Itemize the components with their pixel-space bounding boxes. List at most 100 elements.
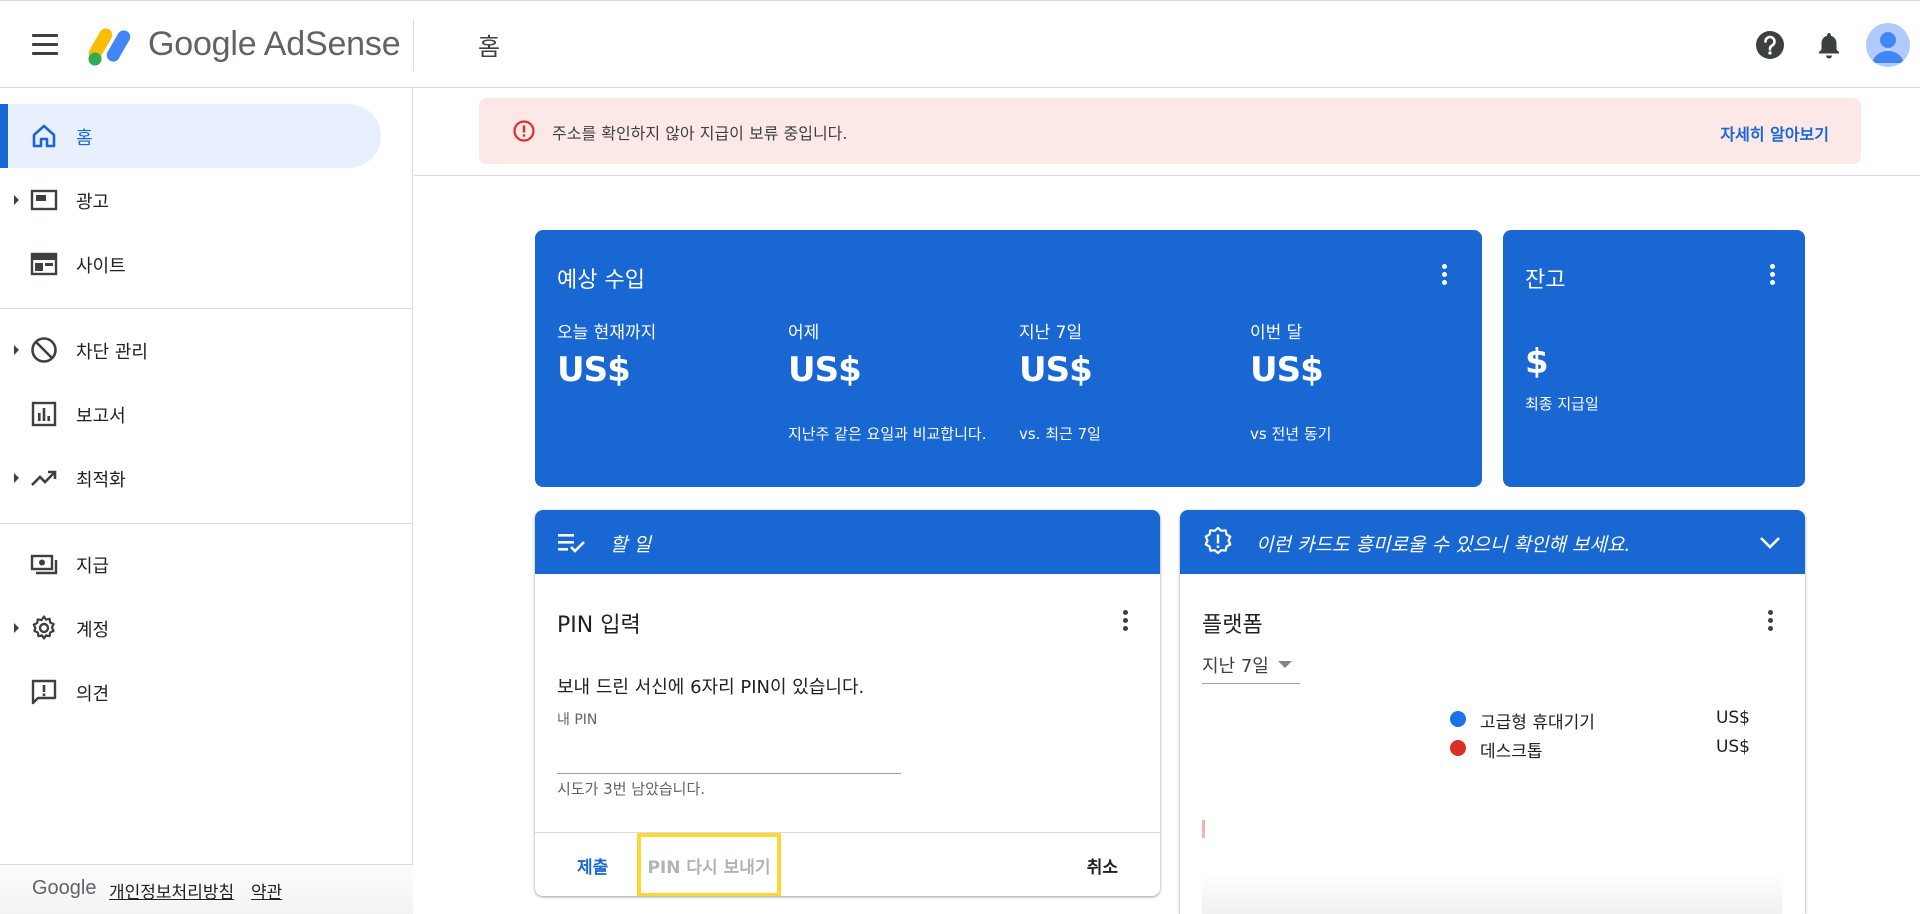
sidebar-item-home[interactable]: 홈 — [0, 104, 381, 168]
sidebar-item-optimization[interactable]: 최적화 — [0, 446, 381, 510]
legend-dot-red — [1450, 740, 1466, 756]
legend-name: 고급형 휴대기기 — [1480, 713, 1595, 733]
sidebar-divider — [0, 523, 413, 524]
notifications-bell-icon[interactable] — [1812, 28, 1846, 62]
footer-google-brand: Google — [32, 877, 97, 899]
chevron-down-icon[interactable] — [1757, 530, 1783, 556]
sidebar-item-label: 홈 — [76, 128, 93, 149]
chart-edge-mark — [1202, 820, 1205, 838]
metric-value: US$ — [1019, 350, 1093, 390]
header-divider — [413, 19, 414, 71]
block-icon — [31, 337, 57, 363]
person-icon — [1872, 32, 1904, 63]
sidebar-item-account[interactable]: 계정 — [0, 596, 381, 660]
metric-value: US$ — [557, 350, 631, 390]
sidebar-item-label: 최적화 — [76, 470, 126, 491]
sidebar-item-label: 차단 관리 — [76, 342, 148, 363]
alert-area: 주소를 확인하지 않아 지급이 보류 중입니다. 자세히 알아보기 — [414, 88, 1920, 176]
sidebar-item-label: 지급 — [76, 556, 110, 577]
metric-value: US$ — [788, 350, 862, 390]
metric-label: 오늘 현재까지 — [557, 323, 657, 343]
more-options-icon[interactable] — [1432, 264, 1456, 288]
todo-card-header: 할 일 — [535, 510, 1160, 574]
payments-icon — [30, 554, 58, 575]
sidebar: 홈 광고 사이트 차단 관리 보고서 최적화 지급 계정 의견 Google 개… — [0, 88, 413, 914]
legend-value: US$ — [1715, 737, 1750, 757]
metric-label: 지난 7일 — [1019, 323, 1083, 343]
main-menu-button[interactable] — [28, 30, 64, 60]
legend-item: 데스크톱 US$ — [1450, 736, 1750, 762]
ads-icon — [30, 189, 58, 211]
sidebar-item-label: 계정 — [76, 620, 110, 641]
checklist-icon — [558, 534, 585, 553]
sidebar-item-feedback[interactable]: 의견 — [0, 660, 381, 724]
card-title: 잔고 — [1525, 268, 1566, 293]
reports-icon — [31, 401, 57, 427]
legend-value: US$ — [1715, 708, 1750, 728]
app-logo-text: Google AdSense — [148, 25, 401, 63]
legend-name: 데스크톱 — [1480, 742, 1543, 762]
expand-caret-icon — [14, 345, 19, 355]
metric-label: 이번 달 — [1250, 323, 1303, 343]
last-payment-label: 최종 지급일 — [1525, 395, 1599, 413]
expand-caret-icon — [14, 195, 19, 205]
metric-comparison: vs 전년 동기 — [1250, 425, 1332, 443]
error-icon — [513, 120, 535, 142]
privacy-policy-link[interactable]: 개인정보처리방침 — [109, 878, 234, 903]
submit-button[interactable]: 제출 — [577, 853, 608, 878]
metric-label: 어제 — [788, 323, 820, 343]
todo-header-title: 할 일 — [610, 534, 651, 556]
sidebar-item-payments[interactable]: 지급 — [0, 532, 381, 596]
help-icon[interactable] — [1753, 28, 1787, 62]
sidebar-item-sites[interactable]: 사이트 — [0, 232, 381, 296]
suggested-cards-panel: 이런 카드도 흥미로울 수 있으니 확인해 보세요. 플랫폼 지난 7일 고급형… — [1180, 510, 1805, 914]
more-options-icon[interactable] — [1758, 610, 1782, 634]
pin-description: 보내 드린 서신에 6자리 PIN이 있습니다. — [557, 677, 865, 698]
alert-message: 주소를 확인하지 않아 지급이 보류 중입니다. — [552, 124, 848, 143]
sidebar-item-label: 보고서 — [76, 406, 126, 427]
date-range-value: 지난 7일 — [1202, 656, 1269, 677]
sidebar-item-blocking[interactable]: 차단 관리 — [0, 318, 381, 382]
suggestion-header-title: 이런 카드도 흥미로울 수 있으니 확인해 보세요. — [1256, 534, 1631, 556]
home-icon — [32, 124, 56, 148]
pin-field-label: 내 PIN — [557, 712, 598, 728]
todo-actions: 제출 PIN 다시 보내기 취소 — [535, 832, 1160, 896]
metric-value: US$ — [1250, 350, 1324, 390]
sites-icon — [30, 252, 58, 276]
attempts-remaining: 시도가 3번 남았습니다. — [557, 780, 706, 798]
payment-hold-alert: 주소를 확인하지 않아 지급이 보류 중입니다. 자세히 알아보기 — [479, 98, 1861, 164]
metric-comparison: 지난주 같은 요일과 비교합니다. — [788, 425, 987, 443]
adsense-logo-icon — [88, 28, 131, 66]
top-bar: Google AdSense 홈 — [0, 0, 1920, 88]
user-avatar[interactable] — [1866, 23, 1910, 67]
sidebar-item-reports[interactable]: 보고서 — [0, 382, 381, 446]
resend-pin-button[interactable]: PIN 다시 보내기 — [637, 833, 781, 896]
sidebar-divider — [0, 308, 413, 309]
pin-card-title: PIN 입력 — [557, 613, 641, 638]
sidebar-item-ads[interactable]: 광고 — [0, 168, 381, 232]
todo-card: 할 일 PIN 입력 보내 드린 서신에 6자리 PIN이 있습니다. 내 PI… — [535, 510, 1160, 896]
suggestion-header[interactable]: 이런 카드도 흥미로울 수 있으니 확인해 보세요. — [1180, 510, 1805, 574]
expand-caret-icon — [14, 623, 19, 633]
estimated-earnings-card: 예상 수입 오늘 현재까지 US$ 어제 US$ 지난주 같은 요일과 비교합니… — [535, 230, 1482, 487]
learn-more-link[interactable]: 자세히 알아보기 — [1720, 121, 1829, 145]
more-options-icon[interactable] — [1760, 264, 1784, 288]
terms-link[interactable]: 약관 — [251, 878, 282, 903]
page-title: 홈 — [478, 33, 501, 61]
platform-chart-area — [1202, 810, 1782, 914]
sidebar-footer: Google 개인정보처리방침 약관 — [0, 864, 413, 914]
sidebar-item-label: 사이트 — [76, 256, 126, 277]
metric-comparison: vs. 최근 7일 — [1019, 425, 1101, 443]
legend-dot-blue — [1450, 711, 1466, 727]
new-releases-icon — [1204, 526, 1232, 555]
pin-input[interactable] — [557, 732, 901, 774]
balance-value: $ — [1525, 342, 1549, 382]
cancel-button[interactable]: 취소 — [1087, 853, 1118, 878]
expand-caret-icon — [14, 473, 19, 483]
card-title: 예상 수입 — [557, 268, 645, 293]
feedback-icon — [31, 679, 57, 705]
platform-card-title: 플랫폼 — [1202, 613, 1263, 638]
more-options-icon[interactable] — [1113, 610, 1137, 634]
balance-card: 잔고 $ 최종 지급일 — [1503, 230, 1805, 487]
date-range-select[interactable]: 지난 7일 — [1202, 648, 1300, 684]
